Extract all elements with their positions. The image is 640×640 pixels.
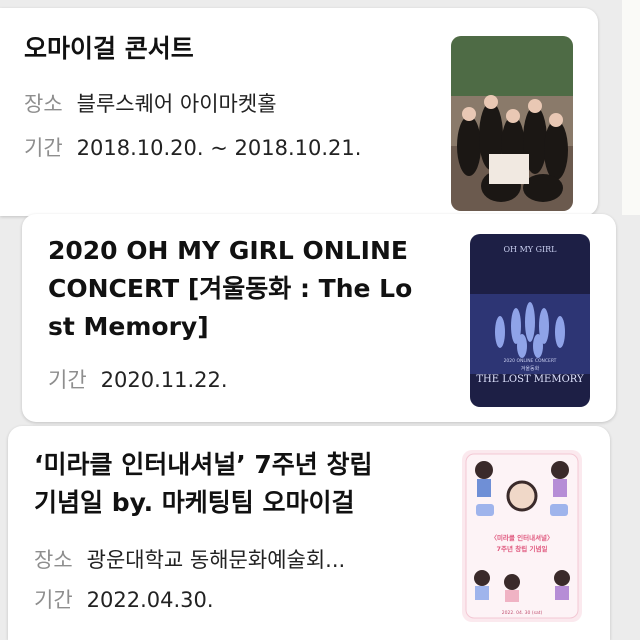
poster-date: 2022. 04. 30 (sat) xyxy=(502,610,543,616)
event-title-line-3: st Memory] xyxy=(48,312,209,341)
venue-row: 장소 블루스퀘어 아이마켓홀 xyxy=(24,90,277,118)
event-card-2[interactable]: 2020 OH MY GIRL ONLINE CONCERT [겨울동화 : T… xyxy=(22,214,616,422)
poster-title: THE LOST MEMORY xyxy=(476,374,584,385)
poster-line-1: 〈미라클 인터내셔널〉 xyxy=(490,533,553,542)
event-title: 오마이걸 콘서트 xyxy=(24,34,194,63)
poster-subtitle: 2020 ONLINE CONCERT xyxy=(504,358,557,364)
poster-korean-title: 겨울동화 xyxy=(521,365,540,372)
period-row: 기간 2020.11.22. xyxy=(48,366,228,394)
background-edge xyxy=(622,0,640,215)
anniversary-poster-image: 〈미라클 인터내셔널〉 7주년 창립 기념일 2022. 04. 30 (sat… xyxy=(462,450,582,622)
group-photo-image xyxy=(451,36,573,211)
period-label: 기간 xyxy=(34,588,73,612)
event-card-1[interactable]: 오마이걸 콘서트 장소 블루스퀘어 아이마켓홀 기간 2018.10.20. ~ 2… xyxy=(0,8,598,216)
event-thumbnail[interactable]: OH MY GIRL 2020 ONLINE CONCERT 겨울동화 THE … xyxy=(470,234,590,407)
venue-value: 광운대학교 동해문화예술회... xyxy=(86,548,346,572)
period-row: 기간 2018.10.20. ~ 2018.10.21. xyxy=(24,134,361,162)
period-value: 2018.10.20. ~ 2018.10.21. xyxy=(76,136,362,160)
period-label: 기간 xyxy=(24,136,63,160)
venue-label: 장소 xyxy=(24,92,63,116)
event-card-3[interactable]: ‘미라클 인터내셔널’ 7주년 창립 기념일 by. 마케팅팀 오마이걸 장소 광… xyxy=(8,426,610,640)
poster-line-2: 7주년 창립 기념일 xyxy=(497,544,548,553)
event-thumbnail[interactable]: 〈미라클 인터내셔널〉 7주년 창립 기념일 2022. 04. 30 (sat… xyxy=(462,450,582,622)
period-label: 기간 xyxy=(48,368,87,392)
event-title-line-2: 기념일 by. 마케팅팀 오마이걸 xyxy=(34,488,355,517)
event-title-line-2: CONCERT [겨울동화 : The Lo xyxy=(48,274,413,303)
event-title-line-1: 2020 OH MY GIRL ONLINE xyxy=(48,236,408,265)
venue-label: 장소 xyxy=(34,548,73,572)
event-thumbnail[interactable] xyxy=(451,36,573,211)
venue-row: 장소 광운대학교 동해문화예술회... xyxy=(34,546,345,574)
venue-value: 블루스퀘어 아이마켓홀 xyxy=(76,92,277,116)
period-value: 2022.04.30. xyxy=(86,588,214,612)
poster-logo: OH MY GIRL xyxy=(504,245,558,254)
concert-poster-image: OH MY GIRL 2020 ONLINE CONCERT 겨울동화 THE … xyxy=(470,234,590,407)
period-row: 기간 2022.04.30. xyxy=(34,586,214,614)
period-value: 2020.11.22. xyxy=(100,368,228,392)
event-title-line-1: ‘미라클 인터내셔널’ 7주년 창립 xyxy=(34,450,373,479)
